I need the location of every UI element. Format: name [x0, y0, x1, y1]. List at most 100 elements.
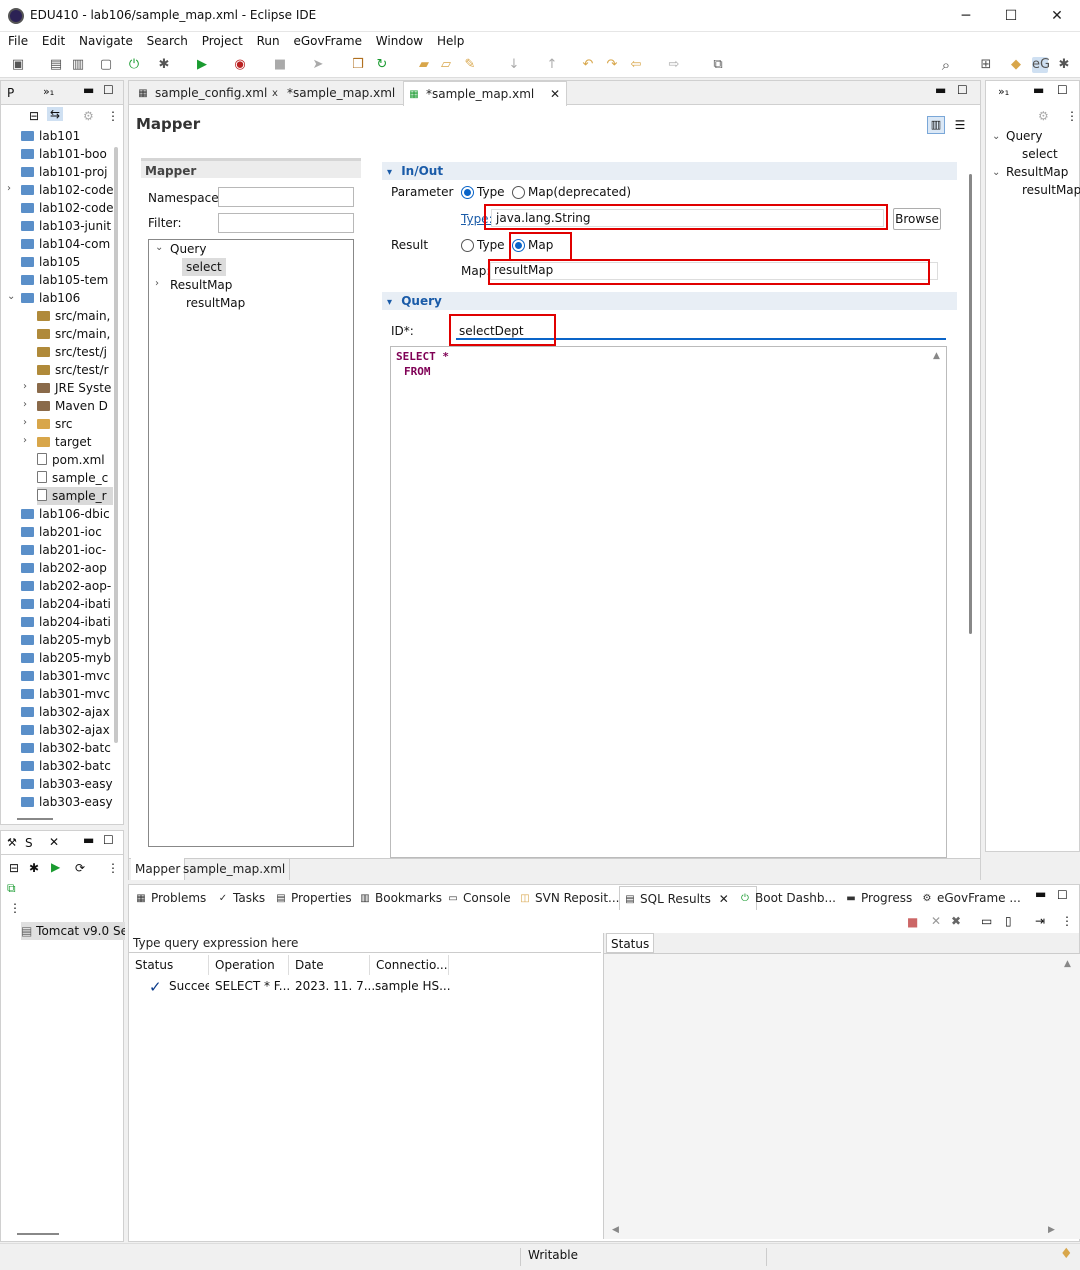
- tree-item[interactable]: lab104-com: [21, 235, 113, 253]
- tree-item-resultmap-child[interactable]: resultMap: [186, 294, 245, 312]
- menu-file[interactable]: File: [3, 32, 33, 50]
- chevron-down-icon[interactable]: ⌄: [992, 167, 1000, 178]
- close-window-button[interactable]: ✕: [1034, 0, 1080, 32]
- minimize-editor-icon[interactable]: ▬: [935, 83, 946, 97]
- tree-item-resultmap[interactable]: ResultMap: [170, 276, 232, 294]
- chevron-right-icon[interactable]: ›: [23, 417, 27, 428]
- tree-item[interactable]: src/test/j: [37, 343, 113, 361]
- status-tab[interactable]: Status: [606, 933, 655, 953]
- tree-item[interactable]: target: [37, 433, 113, 451]
- tree-item[interactable]: lab301-mvc: [21, 685, 113, 703]
- minimize-button[interactable]: ─: [943, 0, 989, 32]
- filter-icon[interactable]: ⚙: [83, 109, 94, 123]
- col-date[interactable]: Date: [289, 955, 370, 975]
- outline-item-query[interactable]: Query: [1006, 127, 1042, 145]
- maximize-view-icon[interactable]: ☐: [103, 83, 114, 97]
- chevron-down-icon[interactable]: ⌄: [992, 131, 1000, 142]
- horizontal-scrollbar[interactable]: [17, 1233, 59, 1235]
- maximize-button[interactable]: ☐: [988, 0, 1034, 32]
- view-menu-icon[interactable]: ⋮: [1061, 914, 1073, 928]
- result-type-radio[interactable]: [461, 239, 474, 252]
- col-connection[interactable]: Connectio...: [370, 955, 449, 975]
- chevron-right-icon[interactable]: ›: [7, 183, 11, 194]
- last-edit-icon[interactable]: ↶: [580, 57, 596, 73]
- scroll-left-icon[interactable]: ◀: [612, 1225, 619, 1235]
- browse-button[interactable]: Browse: [893, 208, 941, 230]
- param-map-radio[interactable]: [512, 186, 525, 199]
- forward-icon[interactable]: ⇨: [666, 57, 682, 73]
- sql-editor[interactable]: SELECT * FROM ▲: [390, 346, 947, 858]
- tree-item[interactable]: lab301-mvc: [21, 667, 113, 685]
- tree-item[interactable]: lab302-ajax: [21, 703, 113, 721]
- close-tab-icon[interactable]: ✕: [715, 892, 729, 906]
- package-icon[interactable]: ❒: [350, 57, 366, 73]
- tree-item[interactable]: lab101: [21, 127, 113, 145]
- menu-run[interactable]: Run: [252, 32, 285, 50]
- outline-item-select[interactable]: select: [1022, 145, 1058, 163]
- tree-item-query[interactable]: Query: [170, 240, 206, 258]
- chevron-down-icon[interactable]: ⌄: [155, 242, 163, 253]
- tab-bottom-4[interactable]: ▭ Console: [443, 886, 513, 910]
- table-row[interactable]: ✓ Succeeded SELECT * F... 2023. 11. 7...…: [129, 977, 601, 997]
- tree-item[interactable]: lab105-tem: [21, 271, 113, 289]
- close-servers-icon[interactable]: ✕: [49, 835, 59, 849]
- power-icon[interactable]: ⏻: [126, 57, 142, 73]
- tree-item[interactable]: lab303-easy: [21, 793, 113, 811]
- publish-icon[interactable]: ⧉: [7, 881, 16, 896]
- more-icon[interactable]: ⋮: [9, 901, 21, 915]
- col-status[interactable]: Status: [129, 955, 209, 975]
- minimize-view-icon[interactable]: ▬: [83, 83, 94, 97]
- open-folder-icon[interactable]: ▰: [416, 57, 432, 73]
- link-editor-icon[interactable]: ⇆: [47, 107, 64, 121]
- query-expression-input[interactable]: Type query expression here: [129, 933, 601, 953]
- tree-item[interactable]: lab205-myb: [21, 649, 113, 667]
- tree-item[interactable]: sample_c: [37, 469, 113, 487]
- tab-source[interactable]: sample_map.xml: [179, 858, 291, 880]
- tree-item[interactable]: sample_r: [37, 487, 113, 505]
- chevron-right-icon[interactable]: ›: [23, 399, 27, 410]
- tab-bottom-3[interactable]: ▥ Bookmarks: [355, 886, 442, 910]
- tree-item[interactable]: lab106-dbic: [21, 505, 113, 523]
- tree-item[interactable]: lab204-ibati: [21, 595, 113, 613]
- prev-annotation-icon[interactable]: ↑: [544, 57, 560, 73]
- open-file-icon[interactable]: ▱: [438, 57, 454, 73]
- outline-item-resultmap-child[interactable]: resultMap: [1022, 181, 1080, 199]
- tab-bottom-9[interactable]: ⚙ eGovFrame ...: [917, 886, 1021, 910]
- scroll-right-icon[interactable]: ▶: [1048, 1225, 1055, 1235]
- collapse-all-icon[interactable]: ⊟: [29, 109, 39, 123]
- tab-bottom-5[interactable]: ◫ SVN Reposit...: [515, 886, 619, 910]
- tree-item[interactable]: lab201-ioc: [21, 523, 113, 541]
- param-type-radio[interactable]: [461, 186, 474, 199]
- tree-item[interactable]: lab202-aop-: [21, 577, 113, 595]
- chevron-right-icon[interactable]: ›: [155, 278, 159, 289]
- profile-server-icon[interactable]: ⟳: [75, 861, 85, 875]
- back-icon[interactable]: ⇦: [628, 57, 644, 73]
- menu-egovframe[interactable]: eGovFrame: [288, 32, 367, 50]
- tree-item[interactable]: lab302-batc: [21, 739, 113, 757]
- chevron-right-icon[interactable]: ›: [23, 435, 27, 446]
- terminate-icon[interactable]: ■: [907, 915, 918, 929]
- menu-edit[interactable]: Edit: [37, 32, 70, 50]
- scroll-up-icon[interactable]: ▲: [1064, 959, 1071, 969]
- open-icon[interactable]: ▭: [981, 914, 992, 928]
- tree-item[interactable]: lab302-ajax: [21, 721, 113, 739]
- egov-perspective-icon[interactable]: eG: [1032, 57, 1050, 73]
- menu-search[interactable]: Search: [142, 32, 193, 50]
- tree-item[interactable]: lab204-ibati: [21, 613, 113, 631]
- run-icon[interactable]: ▶: [194, 57, 210, 73]
- forward-edit-icon[interactable]: ↷: [604, 57, 620, 73]
- tree-item[interactable]: src/test/r: [37, 361, 113, 379]
- tab-bottom-1[interactable]: ✓ Tasks: [213, 886, 269, 910]
- pin-icon[interactable]: ⧉: [710, 57, 726, 73]
- menu-project[interactable]: Project: [197, 32, 248, 50]
- next-annotation-icon[interactable]: ↓: [506, 57, 522, 73]
- tab-sample-map-1[interactable]: x *sample_map.xml: [265, 81, 399, 105]
- remove-all-icon[interactable]: ✖: [951, 914, 961, 928]
- overflow-icon[interactable]: »₁: [43, 85, 54, 98]
- collapse-icon[interactable]: ⊟: [9, 861, 19, 875]
- minimize-view-icon[interactable]: ▬: [1035, 887, 1046, 901]
- tree-item[interactable]: lab202-aop: [21, 559, 113, 577]
- tree-item[interactable]: src/main,: [37, 325, 113, 343]
- debug-server-icon[interactable]: ✱: [29, 861, 39, 875]
- tree-item[interactable]: lab205-myb: [21, 631, 113, 649]
